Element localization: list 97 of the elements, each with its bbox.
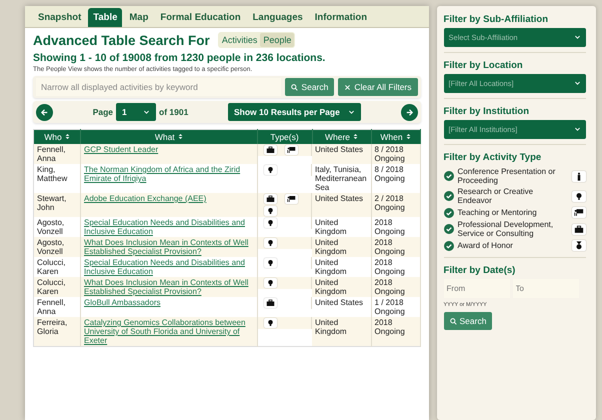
chalkboard-icon bbox=[572, 207, 586, 218]
table-cell: King, Matthew bbox=[34, 164, 80, 193]
tab[interactable]: Formal Education bbox=[155, 8, 246, 27]
lightbulb-icon bbox=[264, 318, 277, 328]
podium-icon bbox=[572, 170, 586, 182]
medal-icon bbox=[572, 240, 586, 251]
activity-type-label: Professional Development, Service or Consulting bbox=[458, 220, 554, 238]
from-date-field[interactable]: From bbox=[444, 279, 510, 298]
column-header[interactable]: Where bbox=[312, 130, 372, 144]
briefcase-icon bbox=[264, 145, 277, 155]
table-cell: United Kingdom bbox=[312, 317, 372, 346]
activity-link[interactable]: GloBull Ambassadors bbox=[84, 298, 254, 307]
results-summary: Showing 1 - 10 of 19008 from 1230 people in 236 locations. bbox=[33, 52, 326, 64]
filter-title: Filter by Sub-Affiliation bbox=[444, 14, 550, 25]
left-arrow-icon bbox=[40, 108, 49, 116]
column-header[interactable]: When bbox=[371, 130, 420, 144]
check-icon[interactable] bbox=[444, 240, 454, 250]
tab[interactable]: Languages bbox=[248, 8, 308, 27]
table-cell: 8 / 2018 Ongoing bbox=[371, 164, 420, 193]
tab[interactable]: Map bbox=[124, 8, 154, 27]
sort-icon bbox=[353, 133, 358, 140]
check-icon[interactable] bbox=[444, 224, 454, 234]
table-cell: United Kingdom bbox=[312, 277, 372, 297]
filter-title: Filter by Activity Type bbox=[444, 152, 542, 163]
sort-icon bbox=[406, 133, 411, 140]
briefcase-icon bbox=[572, 224, 586, 234]
column-header[interactable]: What bbox=[80, 130, 258, 144]
filter-title: Filter by Institution bbox=[444, 106, 530, 117]
activity-type-label: Award of Honor bbox=[458, 241, 514, 250]
lightbulb-icon bbox=[264, 238, 277, 248]
tab[interactable]: Snapshot bbox=[33, 8, 86, 27]
table-cell: United Kingdom bbox=[312, 237, 372, 257]
close-icon bbox=[344, 84, 352, 90]
per-page-select[interactable]: Show 10 Results per Page bbox=[228, 103, 361, 121]
table-cell: Colucci, Karen bbox=[34, 277, 80, 297]
right-arrow-icon bbox=[404, 108, 414, 116]
chevron-down-icon bbox=[574, 127, 581, 132]
table-cell: 2018 Ongoing bbox=[371, 257, 420, 277]
check-icon[interactable] bbox=[444, 191, 454, 201]
chalkboard-icon bbox=[284, 145, 298, 155]
sort-icon bbox=[64, 133, 70, 140]
sort-icon bbox=[178, 133, 183, 140]
page-heading: Advanced Table Search For bbox=[33, 32, 210, 48]
filter-title: Filter by Location bbox=[444, 60, 524, 71]
filter-title: Filter by Date(s) bbox=[444, 265, 516, 276]
next-page-button[interactable] bbox=[400, 104, 418, 120]
table-cell: Colucci, Karen bbox=[34, 257, 80, 277]
activity-type-label: Teaching or Mentoring bbox=[458, 208, 538, 217]
table-cell: 2018 Ongoing bbox=[371, 217, 420, 237]
chevron-down-icon bbox=[143, 110, 150, 114]
chalkboard-icon bbox=[284, 194, 298, 204]
table-cell: United Kingdom bbox=[312, 217, 372, 237]
table-cell: 2 / 2018 Ongoing bbox=[371, 193, 420, 217]
table-cell: 8 / 2018 Ongoing bbox=[371, 144, 420, 164]
table-cell: Stewart, John bbox=[34, 193, 80, 217]
table-cell: United States bbox=[312, 144, 372, 164]
check-icon[interactable] bbox=[444, 171, 454, 181]
check-icon[interactable] bbox=[444, 208, 454, 218]
table-cell: Agosto, Vonzell bbox=[34, 217, 80, 237]
table-cell: Fennell, Anna bbox=[34, 144, 80, 164]
toggle-option[interactable]: Activities bbox=[218, 33, 260, 47]
page-count: of 1901 bbox=[159, 107, 188, 117]
table-cell: United Kingdom bbox=[312, 257, 372, 277]
briefcase-icon bbox=[264, 194, 277, 204]
keyword-field[interactable]: Narrow all displayed activities by keyword bbox=[36, 78, 282, 96]
chevron-down-icon bbox=[574, 81, 581, 86]
table-cell: 2018 Ongoing bbox=[371, 277, 420, 297]
activity-type-label: Conference Presentation or Proceeding bbox=[458, 167, 556, 185]
chevron-down-icon bbox=[348, 110, 355, 114]
table-cell: 2018 Ongoing bbox=[371, 237, 420, 257]
search-icon bbox=[291, 84, 298, 90]
toggle-option[interactable]: People bbox=[260, 33, 294, 47]
lightbulb-icon bbox=[572, 190, 586, 202]
chevron-down-icon bbox=[574, 35, 581, 40]
search-button[interactable]: Search bbox=[444, 312, 492, 330]
table-cell: 2018 Ongoing bbox=[371, 317, 420, 346]
search-icon bbox=[450, 318, 457, 324]
table-cell: 1 / 2018 Ongoing bbox=[371, 297, 420, 317]
table-cell: Agosto, Vonzell bbox=[34, 237, 80, 257]
table-cell: Ferreira, Gloria bbox=[34, 317, 80, 346]
page-label: Page bbox=[92, 107, 114, 117]
table-cell: Fennell, Anna bbox=[34, 297, 80, 317]
table-cell: United States bbox=[312, 193, 372, 217]
column-header[interactable]: Type(s) bbox=[257, 130, 312, 144]
table-cell: United States bbox=[312, 297, 372, 317]
tab[interactable]: Information bbox=[310, 8, 372, 27]
column-header[interactable]: Who bbox=[34, 130, 80, 144]
tab[interactable]: Table bbox=[88, 8, 122, 27]
search-button[interactable]: Search bbox=[285, 78, 334, 96]
activity-type-label: Research or Creative Endeavor bbox=[458, 187, 534, 205]
table-cell: Italy, Tunisia, Mediterranean Sea bbox=[312, 164, 372, 193]
clear-filters-button[interactable]: Clear All Filters bbox=[338, 78, 418, 96]
activity-link[interactable]: The Norman Kingdom of Africa and the Zirid Emirate of Ifriqiya bbox=[84, 165, 254, 183]
lightbulb-icon bbox=[264, 278, 277, 288]
page-select[interactable]: 1 bbox=[116, 103, 156, 121]
previous-page-button[interactable] bbox=[36, 104, 53, 120]
to-date-field[interactable]: To bbox=[512, 279, 579, 298]
